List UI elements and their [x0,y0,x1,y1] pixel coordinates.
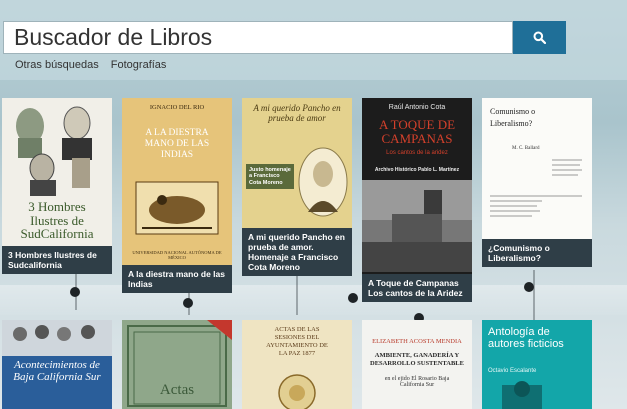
book-cover[interactable]: Antología de autores ficticios Octavio E… [482,320,592,409]
cover-title: A TOQUE DE CAMPANAS [378,117,456,147]
book-cover[interactable]: 3 Hombres Ilustres de SudCalifornia [2,98,112,246]
book-cover[interactable]: A mi querido Pancho en prueba de amor Ju… [242,98,352,228]
search-input[interactable] [3,21,513,54]
cover-publisher: UNIVERSIDAD NACIONAL AUTÓNOMA DE MÉXICO [132,250,222,260]
book-cover[interactable]: Raúl Antonio Cota A TOQUE DE CAMPANAS Lo… [362,98,472,274]
book-card[interactable]: ACTAS DE LAS SESIONES DEL AYUNTAMIENTO D… [242,320,352,409]
cover-note: Archivo Histórico Pablo L. Martínez [374,167,460,173]
cover-subtitle: en el ejido El Rosario Baja California S… [384,376,450,388]
book-card[interactable]: Comunismo o Liberalismo? M. C. Ballard ¿… [482,98,592,268]
cover-subtitle: Los cantos de la aridez [386,150,448,156]
book-card[interactable]: A mi querido Pancho en prueba de amor Ju… [242,98,352,277]
book-cover[interactable]: ACTAS DE LAS SESIONES DEL AYUNTAMIENTO D… [242,320,352,409]
book-card[interactable]: Antología de autores ficticios Octavio E… [482,320,592,409]
cover-subtitle: Justo homenaje a Francisco Cota Moreno [246,164,294,189]
cover-title: AMBIENTE, GANADERÍA Y DESARROLLO SUSTENT… [370,352,464,367]
book-cover[interactable]: Actas [122,320,232,409]
cover-author: ELIZABETH ACOSTA MENDIA [372,338,462,345]
book-cover[interactable]: Acontecimientos de Baja California Sur [2,320,112,409]
book-card[interactable]: Actas [122,320,232,409]
background-pin [70,287,80,297]
cover-title: Antología de autores ficticios [488,326,564,351]
cover-author: Octavio Escalante [488,368,537,374]
book-card[interactable]: IGNACIO DEL RIO A LA DIESTRA MANO DE LAS… [122,98,232,294]
people-photo [2,320,112,356]
background-cable [533,270,535,320]
background-pin [348,293,358,303]
cover-author: IGNACIO DEL RIO [149,104,205,111]
secondary-nav: Otras búsquedas Fotografías [15,59,166,71]
book-card[interactable]: 3 Hombres Ilustres de SudCalifornia 3 Ho… [2,98,112,275]
book-title[interactable]: A Toque de Campanas Los cantos de la Ari… [362,274,472,303]
book-card[interactable]: ELIZABETH ACOSTA MENDIA AMBIENTE, GANADE… [362,320,472,409]
background-cable [296,270,298,315]
cover-title: ACTAS DE LAS SESIONES DEL AYUNTAMIENTO D… [266,326,328,358]
link-fotografias[interactable]: Fotografías [111,59,167,71]
background-pin [524,282,534,292]
book-card[interactable]: Raúl Antonio Cota A TOQUE DE CAMPANAS Lo… [362,98,472,303]
cover-author: M. C. Ballard [512,146,540,151]
cover-title: Acontecimientos de Baja California Sur [13,359,101,383]
cover-illustration [502,381,542,409]
book-title[interactable]: A la diestra mano de las Indias [122,265,232,294]
cover-title: 3 Hombres Ilustres de SudCalifornia [20,199,94,242]
book-card[interactable]: Acontecimientos de Baja California Sur [2,320,112,409]
book-cover[interactable]: Comunismo o Liberalismo? M. C. Ballard [482,98,592,239]
indigenous-figure-illustration [135,181,219,235]
cover-title: Comunismo o Liberalismo? [490,107,536,128]
link-otras-busquedas[interactable]: Otras búsquedas [15,59,99,71]
background-pin [183,298,193,308]
header-bar: Otras búsquedas Fotografías [0,0,627,80]
cover-title: Actas [159,382,195,398]
search-bar [3,21,566,54]
portraits-illustration [16,106,92,196]
search-button[interactable] [513,21,566,54]
book-cover[interactable]: ELIZABETH ACOSTA MENDIA AMBIENTE, GANADE… [362,320,472,409]
cover-title: A LA DIESTRA MANO DE LAS INDIAS [144,128,210,160]
search-icon [533,31,546,44]
book-title[interactable]: ¿Comunismo o Liberalismo? [482,239,592,268]
church-photo [362,180,472,272]
book-title[interactable]: 3 Hombres Ilustres de Sudcalifornia [2,246,112,275]
book-title[interactable]: A mi querido Pancho en prueba de amor. H… [242,228,352,277]
portrait-illustration [298,147,348,217]
text-lines [490,159,582,217]
book-cover[interactable]: IGNACIO DEL RIO A LA DIESTRA MANO DE LAS… [122,98,232,265]
seal-emblem [278,374,316,409]
cover-author: Raúl Antonio Cota [388,104,446,111]
cover-title: A mi querido Pancho en prueba de amor [253,103,341,123]
